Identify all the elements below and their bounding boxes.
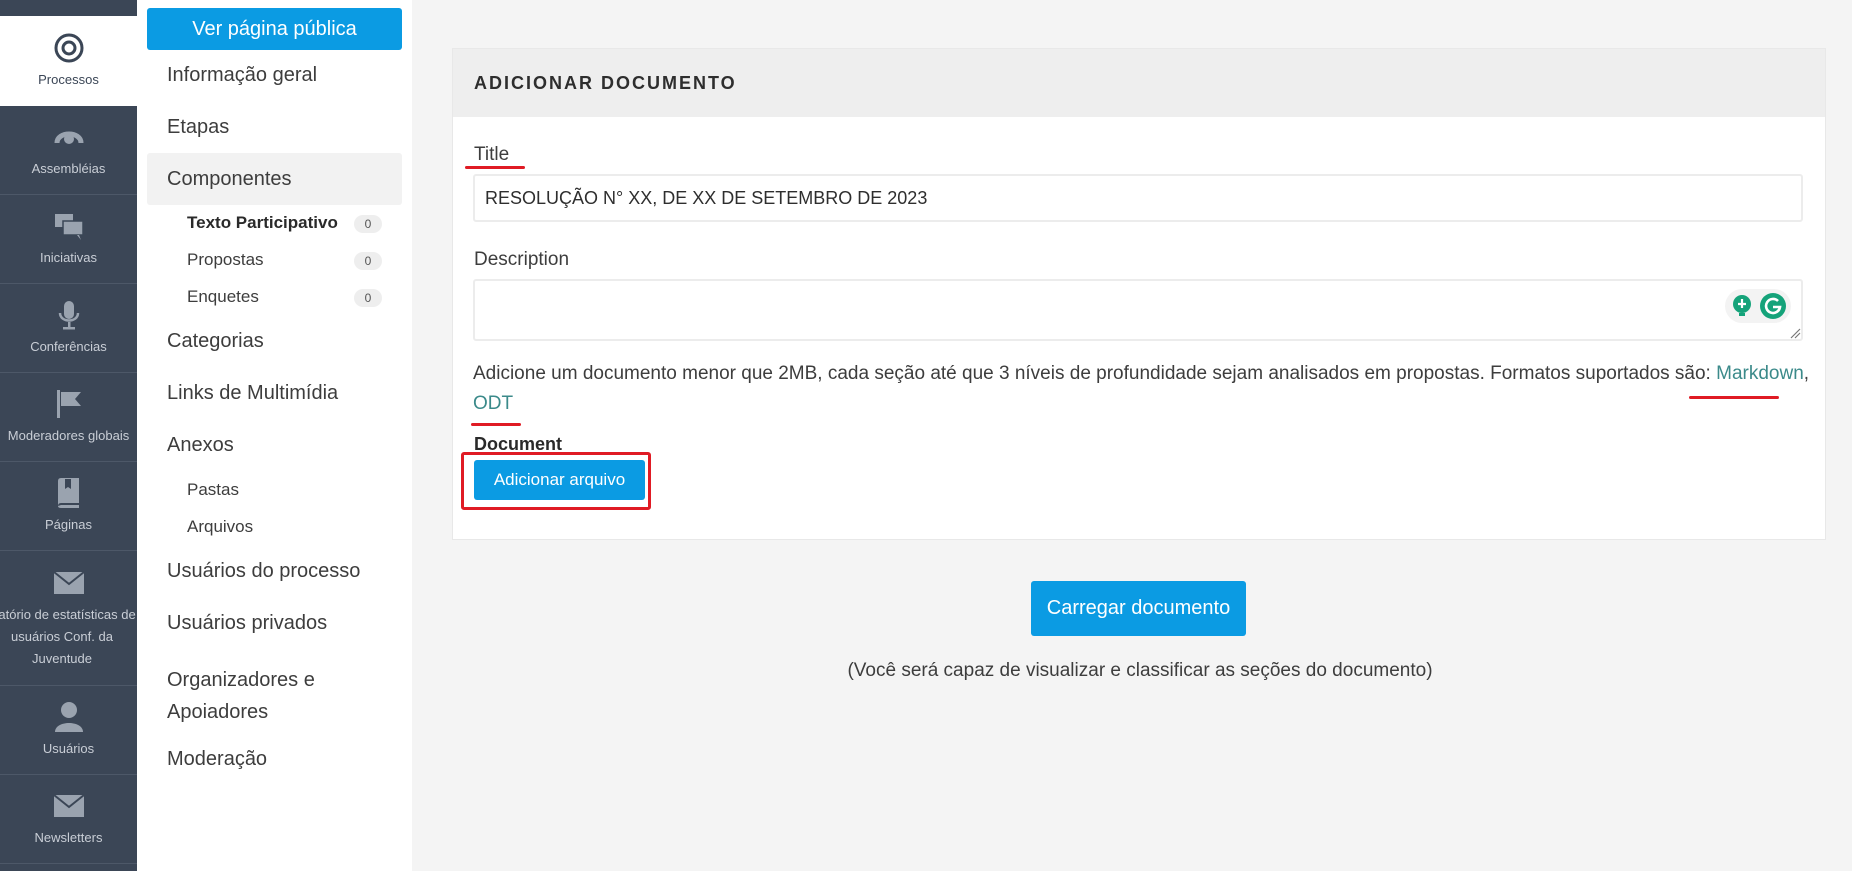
grammarly-icon: [1760, 293, 1786, 319]
rail-item-conferencias[interactable]: Conferências: [0, 284, 137, 373]
book-icon: [52, 476, 86, 510]
chat-bubbles-icon: [52, 209, 86, 243]
public-page-button[interactable]: Ver página pública: [147, 8, 402, 50]
sidebar-subitem-texto-participativo[interactable]: Texto Participativo: [187, 213, 338, 233]
rail-item-usuarios[interactable]: Usuários: [0, 686, 137, 775]
rail-item-label: Processos: [38, 72, 99, 87]
sidebar-subitem-folders[interactable]: Pastas: [187, 480, 239, 500]
rail-item-label: Conferências: [30, 339, 107, 354]
rail-item-newsletters[interactable]: Newsletters: [0, 775, 137, 864]
count-badge: 0: [354, 252, 382, 270]
sidebar-item-moderation[interactable]: Moderação: [167, 748, 267, 771]
help-text-body: Adicione um documento menor que 2MB, cad…: [473, 363, 1717, 384]
rail-item-moderadores[interactable]: Moderadores globais: [0, 373, 137, 462]
user-icon: [52, 700, 86, 734]
sidebar-subitem-files[interactable]: Arquivos: [187, 517, 253, 537]
rail-item-paginas[interactable]: Páginas: [0, 462, 137, 551]
annotation-box: [461, 452, 651, 510]
sidebar-item-components[interactable]: Componentes: [167, 168, 292, 191]
annotation-underline: [465, 166, 525, 169]
help-text: Adicione um documento menor que 2MB, cad…: [473, 359, 1813, 419]
rail-item-assembleias[interactable]: Assembléias: [0, 106, 137, 195]
rail-item-label: elatório de estatísticas de usuários Con…: [0, 607, 136, 666]
rail-item-label: Usuários: [42, 741, 95, 756]
sidebar-item-info[interactable]: Informação geral: [167, 64, 317, 87]
sidebar-item-organizers[interactable]: Organizadores e Apoiadores: [167, 664, 327, 728]
sidebar-subitem-enquetes[interactable]: Enquetes: [187, 287, 259, 307]
add-document-card: ADICIONAR DOCUMENTO Title RESOLUÇÃO N° X…: [452, 48, 1826, 540]
target-icon: [52, 31, 86, 65]
sidebar-item-private-users[interactable]: Usuários privados: [167, 612, 327, 635]
resize-handle-icon[interactable]: [1789, 327, 1801, 339]
title-label: Title: [474, 144, 510, 165]
main-nav-rail: Processos Assembléias Iniciativas Confer…: [0, 0, 137, 871]
description-label: Description: [474, 249, 570, 270]
odt-link[interactable]: ODT: [473, 393, 513, 414]
microphone-icon: [52, 298, 86, 332]
count-badge: 0: [354, 289, 382, 307]
sidebar-item-attachments[interactable]: Anexos: [167, 434, 234, 457]
sidebar-item-categories[interactable]: Categorias: [167, 330, 264, 353]
rail-item-label: Assembléias: [31, 161, 106, 176]
process-sidebar: Ver página pública Informação geral Etap…: [137, 0, 412, 871]
load-document-button[interactable]: Carregar documento: [1031, 581, 1246, 636]
rail-item-label: Páginas: [45, 517, 92, 532]
grammarly-widget[interactable]: [1725, 289, 1791, 323]
title-input[interactable]: RESOLUÇÃO N° XX, DE XX DE SETEMBRO DE 20…: [473, 174, 1803, 222]
rail-item-iniciativas[interactable]: Iniciativas: [0, 195, 137, 284]
description-overlay: [473, 279, 1803, 341]
lightbulb-icon: [1733, 295, 1751, 316]
mail-icon: [52, 566, 86, 600]
sidebar-item-process-users[interactable]: Usuários do processo: [167, 560, 360, 583]
markdown-link[interactable]: Markdown: [1716, 363, 1804, 384]
annotation-underline: [1689, 396, 1779, 399]
rail-item-label: Moderadores globais: [7, 428, 130, 443]
annotation-underline: [471, 423, 521, 426]
rail-top-strip: [0, 0, 137, 16]
sidebar-item-steps[interactable]: Etapas: [167, 116, 229, 139]
count-badge: 0: [354, 215, 382, 233]
card-header: ADICIONAR DOCUMENTO: [453, 49, 1825, 117]
mail-icon: [52, 789, 86, 823]
flag-icon: [52, 387, 86, 421]
load-note: (Você será capaz de visualizar e classif…: [847, 660, 1433, 681]
format-separator: ,: [1803, 363, 1810, 384]
rail-item-label: Newsletters: [34, 830, 103, 845]
sidebar-subitem-propostas[interactable]: Propostas: [187, 250, 264, 270]
rail-item-label: Iniciativas: [39, 250, 98, 265]
rail-item-relatorio[interactable]: elatório de estatísticas de usuários Con…: [0, 551, 137, 686]
rail-item-processos[interactable]: Processos: [0, 16, 137, 106]
sidebar-item-media-links[interactable]: Links de Multimídia: [167, 382, 338, 405]
assembly-icon: [52, 120, 86, 154]
